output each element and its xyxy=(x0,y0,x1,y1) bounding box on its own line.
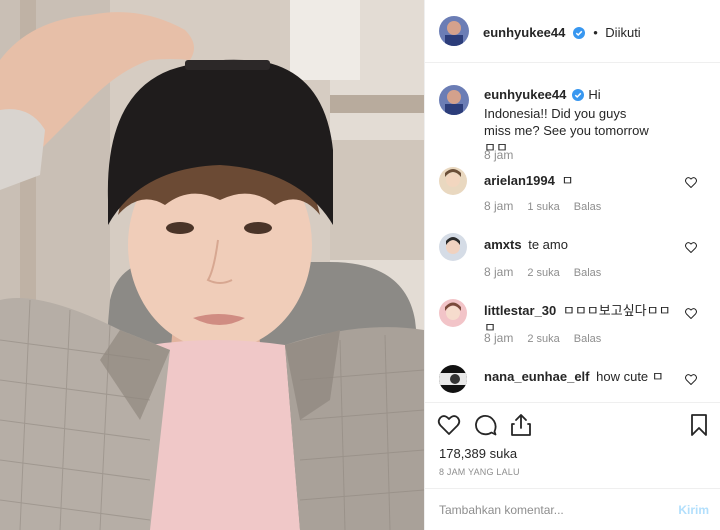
reply-button[interactable]: Balas xyxy=(574,201,602,213)
post-details-panel: eunhyukee44 • Diikuti eunhyukee44 Hi Indo… xyxy=(424,0,720,530)
comment-time: 8 jam xyxy=(484,331,514,345)
send-comment-button[interactable]: Kirim xyxy=(678,503,709,517)
post-actions: 178,389 suka 8 JAM YANG LALU Kirim xyxy=(425,402,720,530)
selfie-image xyxy=(0,0,424,530)
verified-icon xyxy=(572,88,585,105)
like-comment-heart-icon[interactable] xyxy=(685,242,697,253)
comment-likes[interactable]: 2 suka xyxy=(527,333,559,345)
comment-username[interactable]: nana_eunhae_elf xyxy=(484,369,590,384)
caption-time: 8 jam xyxy=(484,148,514,162)
author-avatar[interactable] xyxy=(439,16,469,46)
add-comment-bar: Kirim xyxy=(425,488,720,530)
follow-status-button[interactable]: Diikuti xyxy=(605,25,640,40)
comment-likes[interactable]: 1 suka xyxy=(527,201,559,213)
like-comment-heart-icon[interactable] xyxy=(685,308,697,319)
share-icon[interactable] xyxy=(509,413,533,437)
heart-icon[interactable] xyxy=(437,413,461,437)
like-comment-heart-icon[interactable] xyxy=(685,374,697,385)
commenter-avatar[interactable] xyxy=(439,233,467,261)
comment-username[interactable]: littlestar_30 xyxy=(484,303,556,318)
post-time-ago: 8 JAM YANG LALU xyxy=(439,467,520,477)
reply-button[interactable]: Balas xyxy=(574,333,602,345)
comment-input[interactable] xyxy=(439,489,659,530)
comment-time: 8 jam xyxy=(484,199,514,213)
likes-count[interactable]: 178,389 suka xyxy=(439,446,517,461)
comment-text: ㅁ xyxy=(561,173,574,188)
comment-username[interactable]: amxts xyxy=(484,237,522,252)
comment-likes[interactable]: 2 suka xyxy=(527,267,559,279)
commenter-avatar[interactable] xyxy=(439,167,467,195)
commenter-avatar[interactable] xyxy=(439,365,467,393)
caption-author-avatar[interactable] xyxy=(439,85,469,115)
comment-text: how cute ㅁ xyxy=(596,369,664,384)
reply-button[interactable]: Balas xyxy=(574,267,602,279)
header-separator: • xyxy=(593,25,598,40)
commenter-avatar[interactable] xyxy=(439,299,467,327)
comment-text: te amo xyxy=(528,237,568,252)
comment-username[interactable]: arielan1994 xyxy=(484,173,555,188)
like-comment-heart-icon[interactable] xyxy=(685,177,697,188)
verified-icon xyxy=(572,26,585,44)
post-photo[interactable] xyxy=(0,0,424,530)
author-username[interactable]: eunhyukee44 xyxy=(483,25,565,40)
comment-icon[interactable] xyxy=(474,413,498,437)
comment-list[interactable]: eunhyukee44 Hi Indonesia!! Did you guys m… xyxy=(425,64,720,402)
caption-username[interactable]: eunhyukee44 xyxy=(484,87,566,102)
bookmark-icon[interactable] xyxy=(687,413,711,437)
comment-time: 8 jam xyxy=(484,265,514,279)
post-header: eunhyukee44 • Diikuti xyxy=(425,0,720,63)
